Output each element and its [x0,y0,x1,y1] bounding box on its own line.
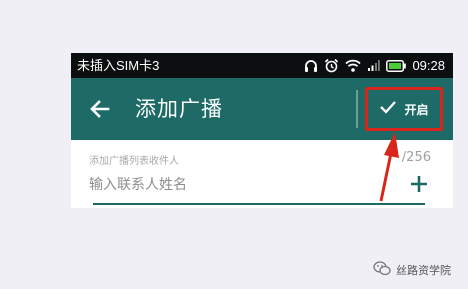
enable-button[interactable]: 开启 [365,87,443,131]
input-underline [93,203,425,205]
status-clock: 09:28 [412,58,445,73]
status-bar: 未插入SIM卡3 09:28 [71,53,453,78]
alarm-icon [324,58,339,73]
watermark: 丝路资学院 [373,260,451,280]
signal-icon [367,59,381,72]
action-bar: 添加广播 开启 [71,78,453,140]
wifi-icon [345,59,362,72]
battery-icon [386,59,407,72]
check-icon [379,99,397,119]
contact-name-input[interactable] [89,173,389,197]
enable-label: 开启 [404,102,429,117]
recipient-count: /256 [401,150,431,165]
headphones-icon [304,59,318,73]
status-icons: 09:28 [304,56,445,75]
wechat-icon [373,260,391,280]
action-divider [356,90,358,128]
watermark-text: 丝路资学院 [396,264,451,277]
phone-screen: 未插入SIM卡3 09:28 添加广播 开启 添加广播列表收件人 /256 输入… [71,53,453,208]
plus-icon[interactable] [409,174,429,194]
arrow-left-icon[interactable] [87,96,113,122]
page-title: 添加广播 [135,97,223,121]
carrier-status: 未插入SIM卡3 [77,58,160,73]
recipients-label: 添加广播列表收件人 [89,156,179,167]
